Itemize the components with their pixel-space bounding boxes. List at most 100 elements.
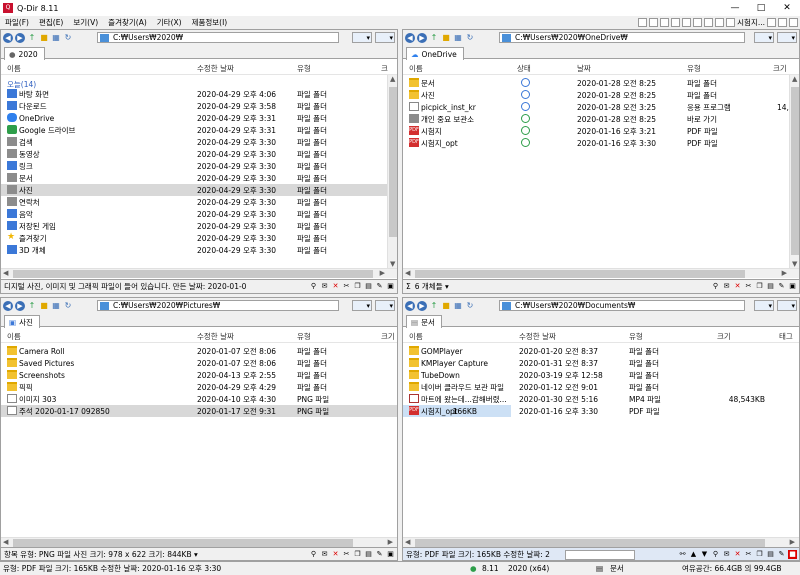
table-row[interactable]: 검색 2020-04-29 오후 3:30 파일 폴더 — [1, 136, 387, 148]
cut-icon[interactable]: ✂ — [744, 282, 753, 291]
up-icon[interactable]: ↑ — [429, 301, 439, 311]
pin-icon[interactable]: ⚲ — [309, 550, 318, 559]
paste-icon[interactable]: ▤ — [766, 282, 775, 291]
forward-icon[interactable]: ▶ — [15, 300, 25, 311]
horizontal-scrollbar[interactable]: ◀ ▶ — [403, 268, 799, 278]
scroll-thumb[interactable] — [791, 87, 799, 255]
folder-icon[interactable]: ■ — [441, 33, 451, 43]
menu-info[interactable]: 제품정보(I) — [187, 17, 233, 28]
col-date[interactable]: 날짜 — [577, 63, 591, 74]
tab-2020[interactable]: ● 2020 — [4, 47, 45, 60]
scroll-thumb[interactable] — [13, 539, 353, 547]
rename-icon[interactable]: ✎ — [375, 550, 384, 559]
close-button[interactable]: ✕ — [774, 0, 800, 16]
paste-icon[interactable]: ▤ — [364, 282, 373, 291]
table-row[interactable]: 3D 개체 2020-04-29 오후 3:30 파일 폴더 — [1, 244, 387, 256]
minimize-button[interactable]: — — [722, 0, 748, 16]
scroll-thumb[interactable] — [415, 539, 765, 547]
table-row[interactable]: 저장된 게임 2020-04-29 오후 3:30 파일 폴더 — [1, 220, 387, 232]
layout-mode-button[interactable]: ▾ — [375, 300, 395, 311]
cut-icon[interactable]: ✂ — [744, 550, 753, 559]
back-icon[interactable]: ◀ — [3, 300, 13, 311]
table-row[interactable]: picpick_inst_kr 2020-01-28 오전 3:25 응용 프로그램… — [403, 101, 789, 113]
copy-icon[interactable]: ❐ — [755, 282, 764, 291]
col-size[interactable]: 크기 — [773, 63, 787, 74]
status-text[interactable]: 6 개체들 ▾ — [415, 281, 449, 292]
mail-icon[interactable]: ✉ — [320, 550, 329, 559]
col-name[interactable]: 이름 — [7, 63, 21, 74]
scroll-thumb[interactable] — [13, 270, 373, 278]
view-icon[interactable]: ▦ — [453, 301, 463, 311]
layout-1-icon[interactable] — [649, 18, 659, 27]
col-type[interactable]: 유형 — [297, 331, 311, 342]
rename-icon[interactable]: ✎ — [375, 282, 384, 291]
menu-extras[interactable]: 기타(X) — [152, 17, 187, 28]
layout-5-icon[interactable] — [693, 18, 703, 27]
layout-4-icon[interactable] — [682, 18, 692, 27]
table-row[interactable]: TubeDown 2020-03-19 오후 12:58 파일 폴더 — [403, 369, 799, 381]
address-bar[interactable]: C:₩Users₩2020₩OneDrive₩ — [499, 32, 745, 43]
table-row[interactable]: 픽픽 2020-04-29 오후 4:29 파일 폴더 — [1, 381, 397, 393]
folder-icon[interactable]: ■ — [441, 301, 451, 311]
refresh-icon[interactable]: ↻ — [63, 301, 73, 311]
table-row[interactable]: PDF 시험지_opt 2020-01-16 오후 3:30 PDF 파일 — [403, 137, 789, 149]
vertical-scrollbar[interactable]: ▲ ▼ — [387, 75, 397, 268]
col-tag[interactable]: 태그 — [779, 331, 793, 342]
pin-icon[interactable]: ⚲ — [711, 282, 720, 291]
menu-favorites[interactable]: 즐겨찾기(A) — [103, 17, 152, 28]
copy-icon[interactable]: ❐ — [353, 550, 362, 559]
view-mode-button[interactable]: ▾ — [352, 32, 372, 43]
delete-icon[interactable]: ✕ — [331, 282, 340, 291]
table-row[interactable]: PDF 시험지_opt 2020-01-16 오후 3:30 PDF 파일 166KB — [403, 405, 660, 417]
table-row[interactable]: ★ 즐겨찾기 2020-04-29 오후 3:30 파일 폴더 — [1, 232, 387, 244]
layout-6-icon[interactable] — [704, 18, 714, 27]
col-type[interactable]: 유형 — [629, 331, 643, 342]
table-row[interactable]: 마트에 왔는데...감해버렸... 2020-01-30 오전 5:16 MP4 파… — [403, 393, 799, 405]
folder-icon[interactable]: ■ — [39, 301, 49, 311]
layout-mode-button[interactable]: ▾ — [375, 32, 395, 43]
col-modified[interactable]: 수정한 날짜 — [519, 331, 556, 342]
forward-icon[interactable]: ▶ — [417, 300, 427, 311]
table-row[interactable]: OneDrive 2020-04-29 오후 3:31 파일 폴더 — [1, 112, 387, 124]
col-type[interactable]: 유형 — [297, 63, 311, 74]
table-row[interactable]: Screenshots 2020-04-13 오후 2:55 파일 폴더 — [1, 369, 397, 381]
table-row[interactable]: 문서 2020-01-28 오전 8:25 파일 폴더 — [403, 77, 789, 89]
scroll-thumb[interactable] — [389, 87, 397, 237]
layout-mode-button[interactable]: ▾ — [777, 300, 797, 311]
table-row[interactable]: GOMPlayer 2020-01-20 오전 8:37 파일 폴더 — [403, 345, 799, 357]
table-row[interactable]: 사진 2020-01-28 오전 8:25 파일 폴더 — [403, 89, 789, 101]
horizontal-scrollbar[interactable]: ◀ ▶ — [1, 268, 397, 278]
properties-icon[interactable]: ▣ — [788, 282, 797, 291]
view-icon[interactable]: ▦ — [51, 301, 61, 311]
cut-icon[interactable]: ✂ — [342, 282, 351, 291]
address-bar[interactable]: C:₩Users₩2020₩Documents₩ — [499, 300, 745, 311]
scroll-thumb[interactable] — [415, 270, 745, 278]
horizontal-scrollbar[interactable]: ◀ ▶ — [1, 537, 397, 547]
col-modified[interactable]: 수정한 날짜 — [197, 331, 234, 342]
status-text[interactable]: 유형: PDF 파일 크기: 165KB 수정한 날짜: 2 — [406, 549, 550, 560]
properties-icon[interactable]: ▣ — [386, 550, 395, 559]
back-icon[interactable]: ◀ — [3, 32, 13, 43]
col-size[interactable]: 크기 — [717, 331, 731, 342]
col-name[interactable]: 이름 — [409, 63, 423, 74]
menu-view[interactable]: 보기(V) — [68, 17, 103, 28]
table-row[interactable]: 개인 중요 보관소 2020-01-28 오전 8:25 바로 가기 — [403, 113, 789, 125]
pin-icon[interactable]: ⚲ — [309, 282, 318, 291]
rename-icon[interactable]: ✎ — [777, 282, 786, 291]
view-icon[interactable]: ▦ — [453, 33, 463, 43]
paste-icon[interactable]: ▤ — [364, 550, 373, 559]
table-row[interactable]: Google 드라이브 2020-04-29 오후 3:31 파일 폴더 — [1, 124, 387, 136]
delete-icon[interactable]: ✕ — [733, 550, 742, 559]
refresh-icon[interactable]: ↻ — [63, 33, 73, 43]
table-row[interactable]: Camera Roll 2020-01-07 오전 8:06 파일 폴더 — [1, 345, 397, 357]
address-bar[interactable]: C:₩Users₩2020₩ — [97, 32, 339, 43]
table-row[interactable]: PDF 시험지 2020-01-16 오후 3:21 PDF 파일 — [403, 125, 789, 137]
delete-icon[interactable]: ✕ — [331, 550, 340, 559]
search-input[interactable] — [565, 550, 635, 560]
pin-icon[interactable]: ⚲ — [711, 550, 720, 559]
table-row[interactable]: 주석 2020-01-17 092850 2020-01-17 오전 9:31 PN… — [1, 405, 397, 417]
rename-icon[interactable]: ✎ — [777, 550, 786, 559]
col-size[interactable]: 크기 — [381, 331, 395, 342]
forward-icon[interactable]: ▶ — [15, 32, 25, 43]
close-pane-icon[interactable]: ■ — [788, 550, 797, 559]
